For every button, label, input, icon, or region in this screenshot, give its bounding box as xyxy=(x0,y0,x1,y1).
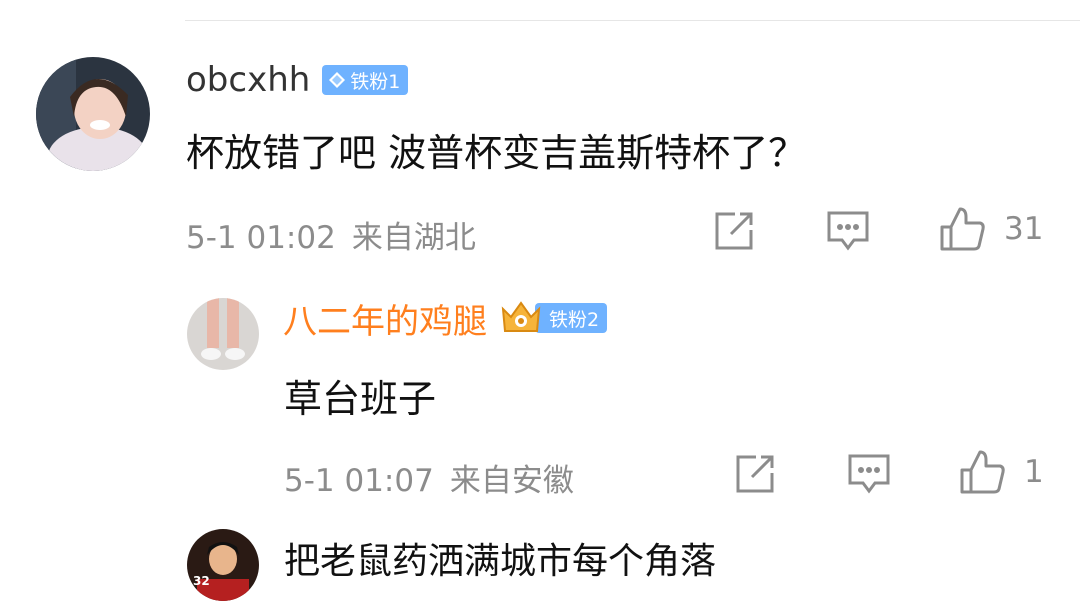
username[interactable]: obcxhh xyxy=(186,60,310,100)
share-button[interactable] xyxy=(734,453,776,495)
timestamp: 5-1 01:07 xyxy=(284,463,434,499)
badge-label: 铁粉1 xyxy=(350,70,401,93)
reply-text[interactable]: 草台班子 xyxy=(284,368,436,423)
timestamp: 5-1 01:02 xyxy=(186,220,336,256)
thumbs-up-icon xyxy=(960,450,1005,494)
comment-icon xyxy=(827,211,869,251)
share-icon xyxy=(736,455,774,493)
thumbs-up-icon xyxy=(940,207,985,251)
fan-badge[interactable]: 铁粉2 xyxy=(499,299,608,337)
crown-icon xyxy=(501,301,541,332)
like-count: 31 xyxy=(1004,211,1044,247)
username[interactable]: 八二年的鸡腿 xyxy=(283,294,487,343)
top-divider xyxy=(185,20,1080,21)
location: 来自湖北 xyxy=(351,220,476,256)
reply-header: 八二年的鸡腿 铁粉2 xyxy=(283,294,608,343)
badge-label: 铁粉2 xyxy=(535,303,608,333)
comment-header: obcxhh 铁粉1 xyxy=(186,60,409,100)
fan-badge[interactable]: 铁粉1 xyxy=(322,65,409,95)
comment-meta: 5-1 01:02 来自湖北 xyxy=(186,212,476,257)
like-button[interactable]: 1 xyxy=(958,448,1044,496)
avatar-number: 32 xyxy=(193,574,210,588)
comment-icon xyxy=(848,454,890,494)
diamond-icon xyxy=(329,72,346,88)
like-count: 1 xyxy=(1024,454,1044,490)
share-icon xyxy=(715,212,753,250)
comment-text[interactable]: 杯放错了吧 波普杯变吉盖斯特杯了？ xyxy=(186,122,806,177)
like-button[interactable]: 31 xyxy=(938,205,1043,253)
share-button[interactable] xyxy=(713,210,755,252)
comment-button[interactable] xyxy=(847,453,891,495)
avatar[interactable] xyxy=(36,57,150,171)
avatar[interactable]: 32 xyxy=(187,529,259,601)
location: 来自安徽 xyxy=(449,463,574,499)
reply-text[interactable]: 把老鼠药洒满城市每个角落 xyxy=(284,532,716,584)
comment-button[interactable] xyxy=(826,210,870,252)
avatar[interactable] xyxy=(187,298,259,370)
reply-meta: 5-1 01:07 来自安徽 xyxy=(284,455,574,500)
